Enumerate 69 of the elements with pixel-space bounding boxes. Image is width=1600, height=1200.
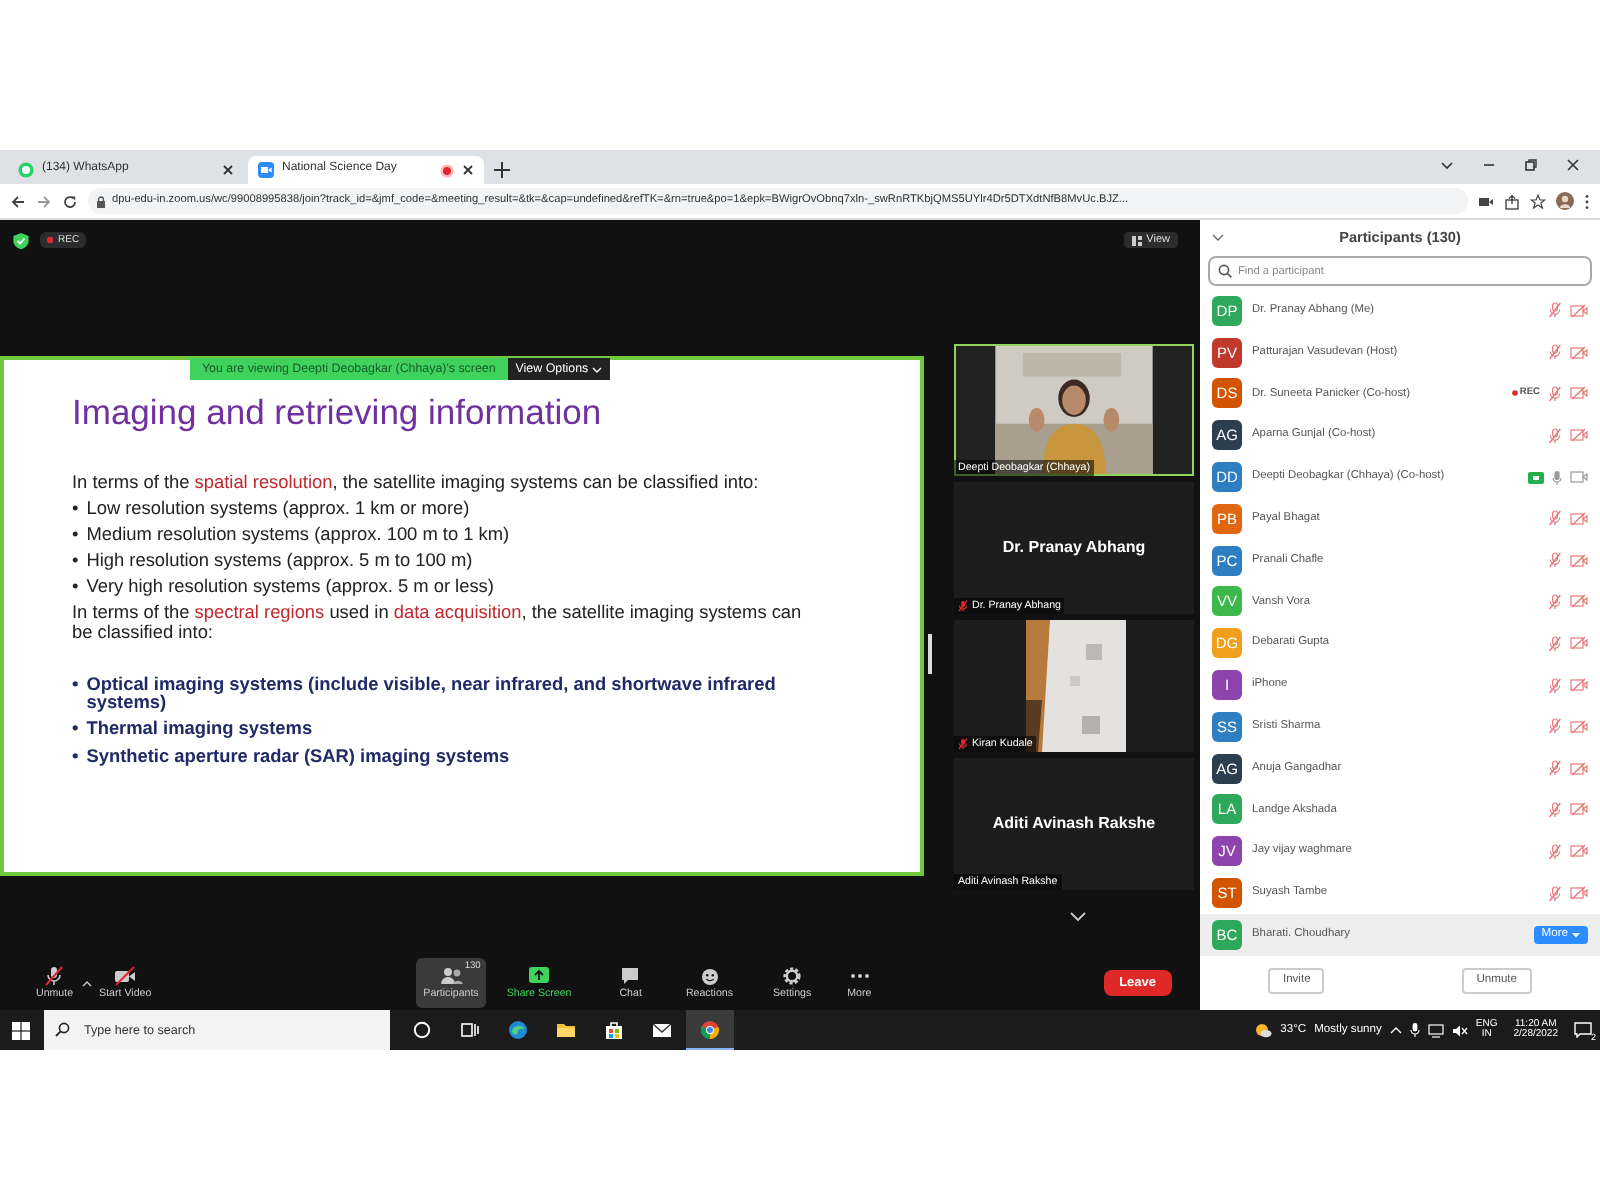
slide-bullet-text: Thermal imaging systems (86, 720, 313, 741)
bullet-mark: • (72, 525, 79, 545)
chevron-down-icon[interactable] (1212, 234, 1224, 242)
notification-icon (1574, 1022, 1592, 1038)
bullet-mark: • (72, 551, 79, 572)
slide-bullet-text: Synthetic aperture radar (SAR) imaging systems (86, 747, 510, 767)
shopping-bag-icon (604, 1020, 624, 1040)
participant-name: Aditi Avinash Rakshe (992, 814, 1156, 834)
bullet-mark: • (72, 675, 79, 698)
share-screen-icon (528, 965, 551, 986)
record-dot-icon (46, 236, 54, 244)
video-off-icon (114, 965, 137, 986)
chevron-up-icon[interactable] (1389, 1026, 1402, 1034)
circle-icon (412, 1020, 432, 1040)
back-icon[interactable] (10, 193, 26, 209)
chat-icon (620, 965, 641, 986)
slide-bullet-text: High resolution systems (approx. 5 m to 100 m) (86, 551, 473, 572)
chrome-icon (700, 1019, 720, 1039)
slide-paragraph: In terms of the spatial resolution, the satellite imaging systems can be classified into: (72, 474, 761, 494)
weather-icon (1254, 1022, 1273, 1038)
speaker-icon[interactable] (1451, 1023, 1468, 1037)
new-tab-icon[interactable] (488, 156, 516, 184)
browser-icon (508, 1020, 528, 1040)
close-icon[interactable] (1566, 157, 1580, 171)
restore-icon[interactable] (1524, 157, 1538, 171)
search-icon (1218, 264, 1232, 278)
record-dot-icon (1511, 390, 1518, 397)
slide-bullet-text: Medium resolution systems (approx. 100 m to 1 km) (86, 525, 510, 545)
mail-icon (652, 1020, 672, 1040)
avatar-icon[interactable] (1556, 192, 1574, 210)
windows-start-icon[interactable] (12, 1021, 30, 1039)
kebab-menu-icon[interactable] (1584, 193, 1590, 209)
slide-title: Imaging and retrieving information (72, 392, 604, 434)
slide-bullet-text: Optical imaging systems (include visible, near infrared, and shortwave infrared systems) (86, 675, 778, 714)
participant-name: Dr. Pranay Abhang (1002, 538, 1146, 558)
search-icon (54, 1022, 70, 1038)
caret-up-icon[interactable] (81, 979, 92, 987)
bullet-mark: • (72, 578, 79, 598)
dropdown-icon[interactable] (1440, 157, 1454, 171)
star-icon[interactable] (1530, 193, 1546, 209)
close-icon[interactable] (462, 164, 474, 176)
bullet-mark: • (72, 747, 79, 767)
reload-icon[interactable] (62, 193, 78, 209)
folder-icon (556, 1020, 576, 1040)
close-icon[interactable] (222, 164, 234, 176)
caret-icon (1572, 931, 1580, 938)
slide-bullet-text: Very high resolution systems (approx. 5 m or less) (86, 578, 494, 598)
shield-icon (12, 231, 30, 249)
taskbar-app[interactable] (686, 1010, 734, 1050)
people-icon (439, 965, 463, 986)
slide-paragraph: In terms of the spectral regions used in data acquisition, the satellite imaging systems can be classified into: (72, 604, 804, 644)
lock-icon (96, 195, 106, 207)
grid-icon (1132, 235, 1143, 245)
bullet-mark: • (72, 499, 79, 519)
whatsapp-icon (18, 162, 34, 178)
network-icon[interactable] (1427, 1023, 1444, 1037)
camera-blocked-icon[interactable] (1478, 193, 1494, 209)
camera-icon (258, 162, 274, 178)
task-view-icon (460, 1020, 480, 1040)
slide-bullet-text: Low resolution systems (approx. 1 km or more) (86, 499, 470, 519)
smiley-icon (699, 965, 720, 986)
muted-mic-icon (44, 965, 65, 986)
forward-icon[interactable] (36, 193, 52, 209)
caret-icon (592, 365, 603, 373)
mic-icon[interactable] (1409, 1022, 1420, 1038)
bullet-mark: • (72, 720, 79, 741)
share-icon[interactable] (1504, 193, 1520, 209)
splitter-handle[interactable] (928, 634, 932, 674)
settings-icon (782, 965, 803, 986)
